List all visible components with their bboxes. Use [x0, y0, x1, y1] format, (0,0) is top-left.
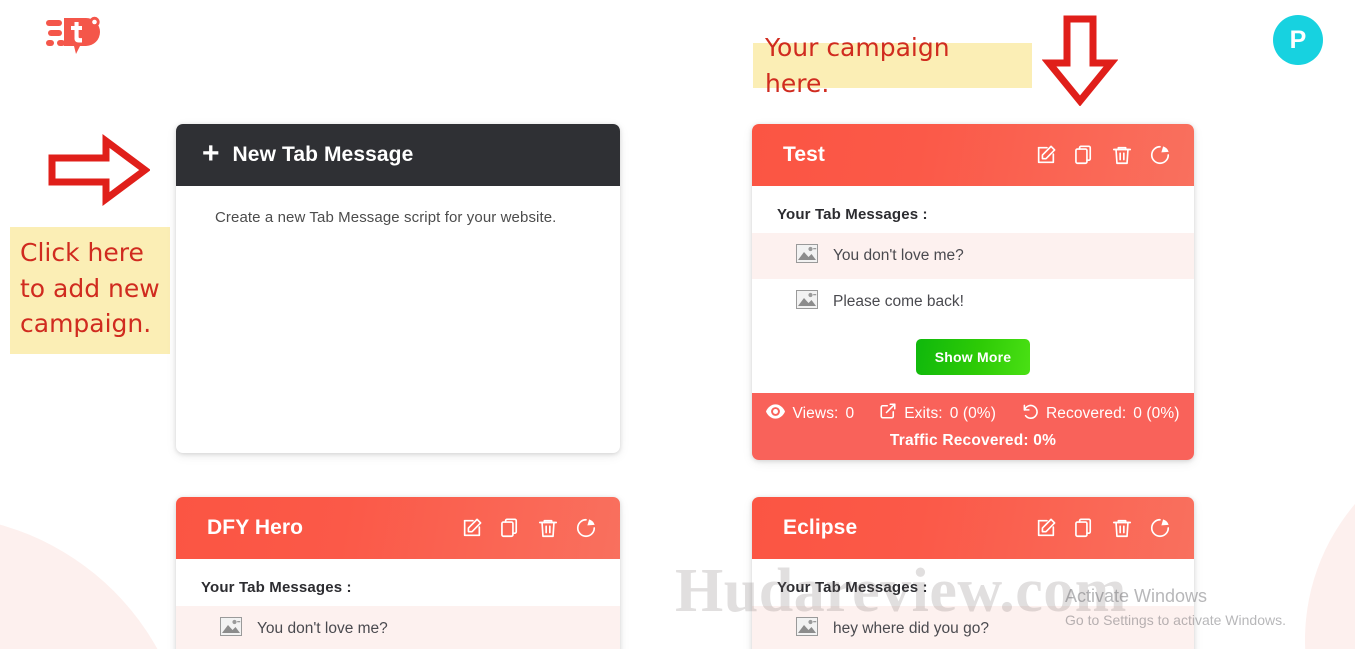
- message-text: Please come back!: [833, 293, 964, 310]
- stat-views: Views: 0: [766, 403, 855, 424]
- campaign-card-header: Eclipse: [752, 497, 1194, 559]
- external-link-icon: [879, 402, 897, 425]
- traffic-recovered: Traffic Recovered: 0%: [752, 432, 1194, 450]
- stat-exits-label: Exits:: [904, 404, 943, 422]
- plus-icon: +: [202, 137, 220, 170]
- stat-exits: Exits: 0 (0%): [879, 402, 996, 425]
- stat-recovered: Recovered: 0 (0%): [1021, 402, 1180, 425]
- undo-icon: [1021, 402, 1039, 425]
- stat-views-label: Views:: [792, 404, 839, 422]
- campaign-name: Eclipse: [783, 516, 858, 539]
- user-avatar[interactable]: P: [1273, 15, 1323, 65]
- annotation-your-campaign-here: Your campaign here.: [753, 33, 1032, 98]
- message-text: You don't love me?: [833, 247, 964, 264]
- edit-icon[interactable]: [1033, 143, 1058, 168]
- trash-icon[interactable]: [1109, 516, 1134, 541]
- duplicate-icon[interactable]: [497, 516, 522, 541]
- avatar-initial: P: [1289, 25, 1307, 54]
- new-tab-message-title: New Tab Message: [232, 143, 414, 166]
- campaign-card-test[interactable]: Test Your Tab Messages : You don't love …: [752, 124, 1194, 460]
- messages-heading: Your Tab Messages :: [201, 579, 352, 596]
- campaign-stats: Views: 0 Exits: 0 (0%) Recovered: 0 (0%): [752, 393, 1194, 460]
- pie-chart-icon[interactable]: [1147, 143, 1172, 168]
- campaign-card-body: Your Tab Messages : hey where did you go…: [752, 559, 1194, 649]
- broken-image-icon: [796, 290, 818, 314]
- traffic-recovered-value: 0%: [1033, 432, 1057, 449]
- stat-recovered-value: 0 (0%): [1133, 404, 1180, 422]
- message-text: You don't love me?: [257, 620, 388, 637]
- campaign-card-body: Your Tab Messages : You don't love me? P…: [752, 186, 1194, 393]
- message-row[interactable]: Please come back!: [752, 279, 1194, 325]
- show-more-button[interactable]: Show More: [915, 339, 1031, 375]
- annotation-click-here: Click here to add new campaign.: [10, 227, 170, 354]
- campaign-card-header: Test: [752, 124, 1194, 186]
- new-tab-message-description: Create a new Tab Message script for your…: [215, 209, 557, 226]
- campaign-actions: [459, 516, 598, 541]
- red-arrow-right: [48, 134, 151, 211]
- campaign-actions: [1033, 516, 1172, 541]
- broken-image-icon: [796, 617, 818, 641]
- stat-exits-value: 0 (0%): [949, 404, 996, 422]
- campaign-card-dfy-hero[interactable]: DFY Hero Your Tab Messages : You don't l…: [176, 497, 620, 649]
- background-arc-right: [1305, 430, 1355, 649]
- campaign-name: Test: [783, 143, 826, 166]
- campaign-card-body: Your Tab Messages : You don't love me?: [176, 559, 620, 649]
- campaign-card-eclipse[interactable]: Eclipse Your Tab Messages : hey where di…: [752, 497, 1194, 649]
- messages-heading: Your Tab Messages :: [777, 579, 928, 596]
- edit-icon[interactable]: [459, 516, 484, 541]
- pie-chart-icon[interactable]: [573, 516, 598, 541]
- background-arc-left: [0, 515, 190, 649]
- stat-views-value: 0: [845, 404, 855, 422]
- app-logo[interactable]: [46, 16, 110, 60]
- campaign-actions: [1033, 143, 1172, 168]
- message-row[interactable]: You don't love me?: [752, 233, 1194, 279]
- message-row[interactable]: hey where did you go?: [752, 606, 1194, 649]
- show-more-container: Show More: [752, 325, 1194, 393]
- campaign-name: DFY Hero: [207, 516, 304, 539]
- traffic-recovered-label: Traffic Recovered:: [889, 432, 1034, 449]
- new-tab-message-header[interactable]: + New Tab Message: [176, 124, 620, 186]
- eye-icon: [766, 403, 786, 424]
- red-arrow-down: [1041, 14, 1119, 111]
- duplicate-icon[interactable]: [1071, 516, 1096, 541]
- new-tab-message-body: Create a new Tab Message script for your…: [176, 186, 620, 226]
- broken-image-icon: [220, 617, 242, 641]
- message-row[interactable]: You don't love me?: [176, 606, 620, 649]
- duplicate-icon[interactable]: [1071, 143, 1096, 168]
- stats-row: Views: 0 Exits: 0 (0%) Recovered: 0 (0%): [752, 402, 1194, 425]
- pie-chart-icon[interactable]: [1147, 516, 1172, 541]
- messages-heading: Your Tab Messages :: [777, 206, 928, 223]
- stat-recovered-label: Recovered:: [1045, 404, 1127, 422]
- trash-icon[interactable]: [1109, 143, 1134, 168]
- campaign-card-header: DFY Hero: [176, 497, 620, 559]
- broken-image-icon: [796, 244, 818, 268]
- new-tab-message-card[interactable]: + New Tab Message Create a new Tab Messa…: [176, 124, 620, 453]
- message-text: hey where did you go?: [833, 620, 989, 637]
- edit-icon[interactable]: [1033, 516, 1058, 541]
- trash-icon[interactable]: [535, 516, 560, 541]
- app-root: P Click here to add new campaign. Your c…: [0, 0, 1355, 649]
